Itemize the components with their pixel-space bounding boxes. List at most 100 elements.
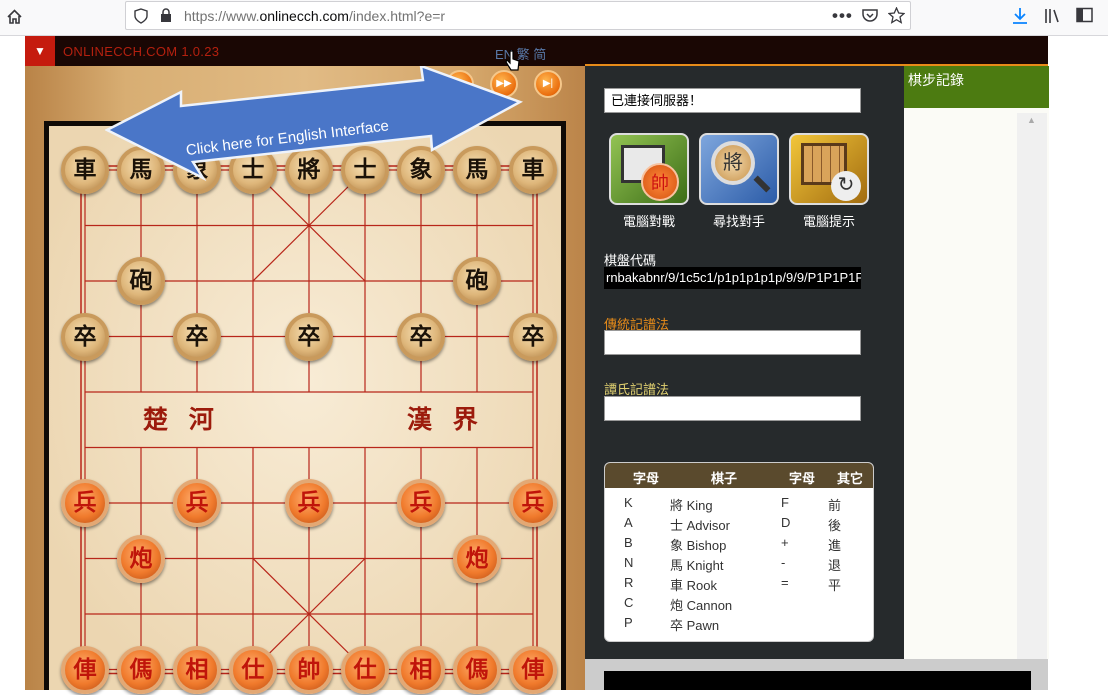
skip-end-button[interactable]: ▶| xyxy=(534,70,562,98)
red-piece[interactable]: 兵 xyxy=(509,479,557,527)
legend-other: 平 xyxy=(828,578,842,593)
black-piece[interactable]: 砲 xyxy=(117,257,165,305)
board-grid xyxy=(80,165,538,675)
legend-letter: C xyxy=(624,595,634,610)
red-piece[interactable]: 兵 xyxy=(173,479,221,527)
game-area: ▼ ONLINECCH.COM 1.0.23 EN 繁 简 ▶ ▶▶ ▶| 楚 … xyxy=(25,36,585,694)
piece-icon: 帥 xyxy=(641,163,679,201)
url-text: https://www.onlinecch.com/index.html?e=r xyxy=(184,8,446,24)
legend-letter: = xyxy=(781,575,789,590)
black-piece[interactable]: 卒 xyxy=(173,312,221,361)
red-piece[interactable]: 相 xyxy=(397,645,445,694)
legend-piece: 炮 Cannon xyxy=(670,598,733,613)
pocket-icon[interactable] xyxy=(862,8,878,26)
computer-play-button[interactable]: 帥 xyxy=(609,133,689,205)
computer-play-label: 電腦對戰 xyxy=(622,214,675,229)
download-icon[interactable] xyxy=(1012,7,1028,28)
tam-notation-field[interactable] xyxy=(604,396,861,421)
page: ▼ ONLINECCH.COM 1.0.23 EN 繁 简 ▶ ▶▶ ▶| 楚 … xyxy=(0,36,1108,694)
black-piece[interactable]: 卒 xyxy=(61,312,109,361)
red-piece[interactable]: 炮 xyxy=(453,534,501,583)
legend-other: 後 xyxy=(828,518,842,533)
legend-letter: A xyxy=(624,515,633,530)
red-piece[interactable]: 仕 xyxy=(341,645,389,694)
black-piece[interactable]: 砲 xyxy=(453,257,501,305)
lock-icon[interactable] xyxy=(160,8,172,26)
legend-piece: 士 Advisor xyxy=(670,518,730,533)
skip-end-icon: ▶| xyxy=(542,78,554,89)
legend-letter: D xyxy=(781,515,791,530)
legend-header-other: 其它 xyxy=(837,471,864,486)
legend-letter: + xyxy=(781,535,789,550)
computer-hint-label: 電腦提示 xyxy=(802,214,855,229)
url-bar[interactable]: https://www.onlinecch.com/index.html?e=r… xyxy=(125,1,911,30)
move-log-scrollbar[interactable]: ▲ ▼ xyxy=(1017,113,1047,683)
legend-piece: 將 King xyxy=(670,498,713,513)
red-piece[interactable]: 仕 xyxy=(229,645,277,694)
more-icon[interactable]: ••• xyxy=(832,7,853,24)
legend-letter: - xyxy=(781,555,786,570)
panel-topbar xyxy=(585,36,1048,66)
red-piece[interactable]: 帥 xyxy=(285,645,333,694)
shield-icon[interactable] xyxy=(134,8,148,27)
legend-letter: B xyxy=(624,535,633,550)
menu-dropdown-button[interactable]: ▼ xyxy=(25,36,55,66)
legend-header-piece: 棋子 xyxy=(711,471,738,486)
computer-hint-button[interactable]: ↻ xyxy=(789,133,869,205)
red-piece[interactable]: 俥 xyxy=(509,645,557,694)
callout-arrow: Click here for English Interface xyxy=(105,66,524,182)
magnifier-icon: 將 xyxy=(711,141,755,185)
legend-header: 字母 棋子 字母 其它 xyxy=(605,463,873,488)
red-piece[interactable]: 傌 xyxy=(117,645,165,694)
legend-letter: K xyxy=(624,495,633,510)
red-piece[interactable]: 傌 xyxy=(453,645,501,694)
scroll-up-icon[interactable]: ▲ xyxy=(1027,115,1036,125)
legend-piece: 卒 Pawn xyxy=(670,618,720,633)
legend-piece: 車 Rook xyxy=(670,578,717,593)
legend-piece: 馬 Knight xyxy=(670,558,724,573)
red-piece[interactable]: 兵 xyxy=(61,479,109,527)
legend-letter: F xyxy=(781,495,789,510)
notation-legend: 字母 棋子 字母 其它 K 將 King A 士 Advisor B 象 Bishop N 馬… xyxy=(604,462,874,642)
home-icon[interactable] xyxy=(6,8,23,28)
legend-header-letter2: 字母 xyxy=(789,471,816,486)
browser-toolbar: https://www.onlinecch.com/index.html?e=r… xyxy=(0,0,1108,36)
site-title: ONLINECCH.COM 1.0.23 xyxy=(63,44,220,59)
library-icon[interactable] xyxy=(1044,7,1062,27)
river-text-right: 漢 界 xyxy=(407,405,484,434)
chat-box[interactable] xyxy=(604,671,1031,690)
refresh-icon: ↻ xyxy=(831,171,861,201)
river-text-left: 楚 河 xyxy=(143,405,220,434)
red-piece[interactable]: 俥 xyxy=(61,645,109,694)
legend-other: 前 xyxy=(828,498,842,513)
red-piece[interactable]: 相 xyxy=(173,645,221,694)
move-log-title: 棋步記錄 xyxy=(904,66,1049,108)
black-piece[interactable]: 車 xyxy=(61,146,109,194)
black-piece[interactable]: 卒 xyxy=(509,312,557,361)
xiangqi-board[interactable]: 楚 河 漢 界 車馬象士將士象馬車砲砲卒卒卒卒卒兵兵兵兵兵炮炮俥傌相仕帥仕相傌俥 xyxy=(44,121,566,694)
game-title-bar: ▼ ONLINECCH.COM 1.0.23 EN 繁 简 xyxy=(25,36,585,66)
star-icon[interactable] xyxy=(887,6,906,27)
black-piece[interactable]: 卒 xyxy=(397,312,445,361)
legend-letter: P xyxy=(624,615,633,630)
move-log-panel: 棋步記錄 ▲ ▼ xyxy=(904,66,1049,683)
mouse-cursor-icon xyxy=(505,50,521,77)
status-field[interactable]: 已連接伺服器！ xyxy=(604,88,861,113)
black-piece[interactable]: 卒 xyxy=(285,312,333,361)
find-opponent-label: 尋找對手 xyxy=(712,214,765,229)
sidebar-icon[interactable] xyxy=(1076,7,1093,26)
legend-other: 進 xyxy=(828,538,842,553)
chevron-down-icon: ▼ xyxy=(34,44,46,58)
red-piece[interactable]: 兵 xyxy=(397,479,445,527)
find-opponent-button[interactable]: 將 xyxy=(699,133,779,205)
legend-letter: R xyxy=(624,575,634,590)
traditional-notation-field[interactable] xyxy=(604,330,861,355)
fen-field[interactable]: rnbakabnr/9/1c5c1/p1p1p1p1p/9/9/P1P1P1P1… xyxy=(604,267,861,289)
magnifier-handle xyxy=(753,175,771,193)
red-piece[interactable]: 兵 xyxy=(285,479,333,527)
legend-piece: 象 Bishop xyxy=(670,538,727,553)
legend-other: 退 xyxy=(828,558,842,573)
legend-header-letter: 字母 xyxy=(633,471,660,486)
legend-letter: N xyxy=(624,555,634,570)
red-piece[interactable]: 炮 xyxy=(117,534,165,583)
